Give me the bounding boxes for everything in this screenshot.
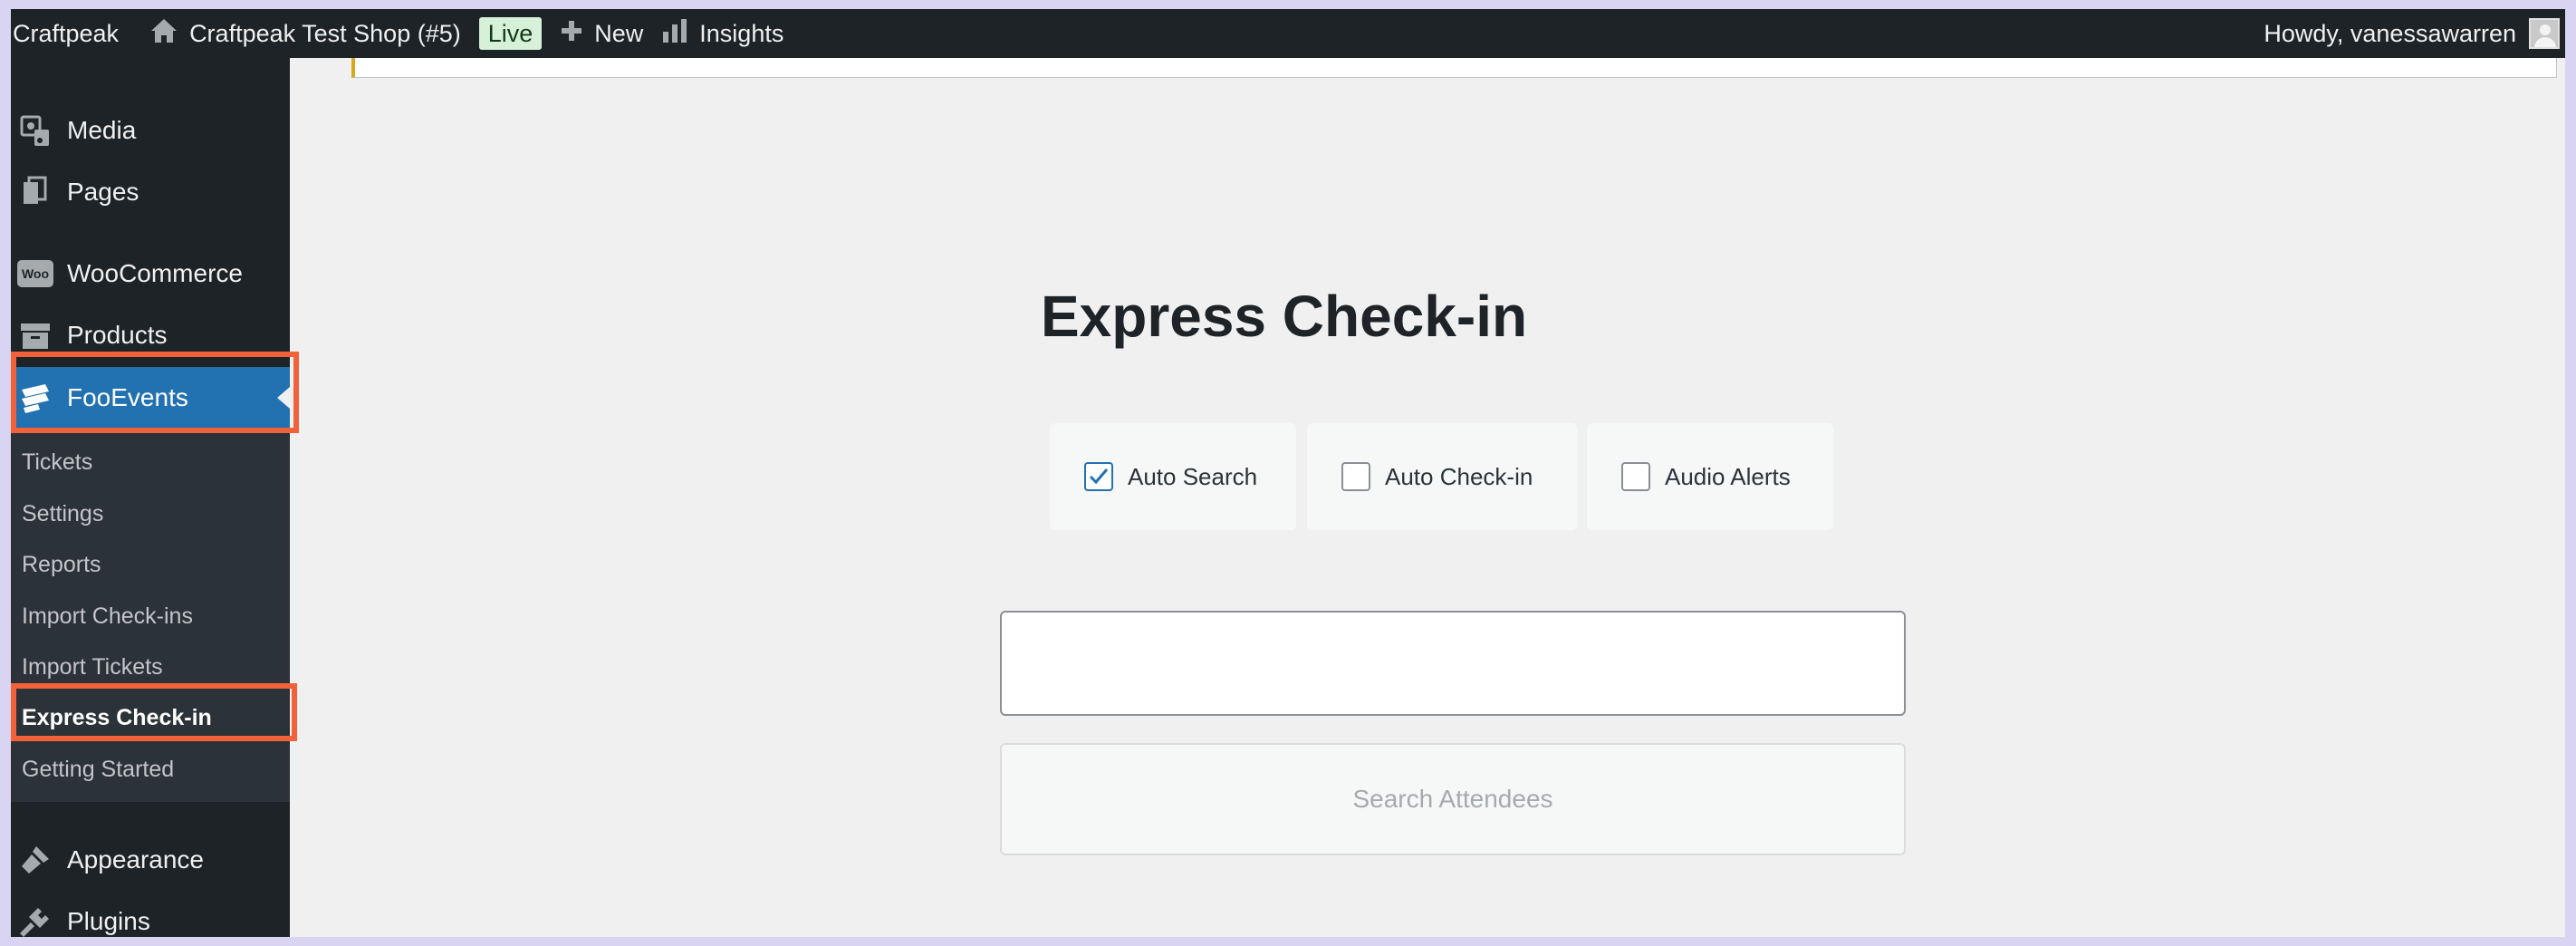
sidebar-item-label: FooEvents [67,383,188,411]
plus-icon [560,19,594,49]
avatar [2529,18,2560,49]
new-content-menu[interactable]: New [560,9,643,58]
woocommerce-icon: Woo [16,255,54,293]
shop-link[interactable]: Craftpeak Test Shop (#5) [149,9,461,58]
admin-bar: Craftpeak Craftpeak Test Shop (#5) Live … [11,9,2565,58]
plugin-icon [16,903,54,937]
auto-check-in-option[interactable]: Auto Check-in [1307,423,1577,530]
submenu-item-import-tickets[interactable]: Import Tickets [22,649,163,685]
submenu-item-express-check-in[interactable]: Express Check-in [22,700,212,736]
submenu-item-getting-started[interactable]: Getting Started [22,751,174,787]
fooevents-icon [16,379,54,417]
my-account-menu[interactable]: Howdy, vanessawarren [2264,9,2560,58]
shop-name-label: Craftpeak Test Shop (#5) [189,19,461,47]
sidebar-item-fooevents[interactable]: FooEvents [11,367,290,429]
admin-sidebar: Media Pages Woo WooCommerce Products Foo… [11,58,290,937]
bar-chart-icon [661,17,699,51]
auto-check-in-label: Auto Check-in [1385,462,1533,490]
pages-icon [16,173,54,211]
site-name-link[interactable]: Craftpeak [13,9,119,58]
new-label: New [594,19,644,47]
products-icon [16,316,54,354]
browser-viewport: Craftpeak Craftpeak Test Shop (#5) Live … [11,9,2565,937]
live-badge: Live [478,17,543,50]
sidebar-item-label: Plugins [67,907,150,935]
live-status[interactable]: Live [478,9,543,58]
sidebar-item-label: Media [67,116,137,144]
sidebar-item-products[interactable]: Products [11,304,290,366]
auto-search-label: Auto Search [1128,462,1258,490]
sidebar-item-label: WooCommerce [67,259,243,287]
media-icon [16,111,54,150]
audio-alerts-option[interactable]: Audio Alerts [1587,423,1833,530]
audio-alerts-checkbox[interactable] [1621,462,1650,491]
auto-search-option[interactable]: Auto Search [1050,423,1296,530]
sidebar-item-media[interactable]: Media [11,100,290,161]
page-title: Express Check-in [1040,284,1528,349]
site-name-label: Craftpeak [13,19,120,47]
sidebar-item-label: Appearance [67,845,205,874]
submenu-item-settings[interactable]: Settings [22,496,103,532]
admin-notice [351,58,2557,78]
sidebar-item-pages[interactable]: Pages [11,161,290,223]
insights-label: Insights [699,19,784,47]
auto-check-in-checkbox[interactable] [1341,462,1370,491]
sidebar-item-appearance[interactable]: Appearance [11,829,290,891]
search-attendees-button[interactable]: Search Attendees [1000,743,1906,855]
fooevents-submenu: Tickets Settings Reports Import Check-in… [11,430,290,802]
sidebar-item-label: Pages [67,178,139,206]
sidebar-item-plugins[interactable]: Plugins [11,891,290,937]
greeting-label: Howdy, vanessawarren [2264,19,2516,47]
submenu-item-tickets[interactable]: Tickets [22,444,92,480]
checkmark-icon [1089,468,1109,485]
audio-alerts-label: Audio Alerts [1665,462,1791,490]
paintbrush-icon [16,841,54,879]
sidebar-item-label: Products [67,321,168,349]
attendee-search-input[interactable] [1000,611,1906,716]
submenu-item-import-check-ins[interactable]: Import Check-ins [22,598,193,634]
main-content: Express Check-in Auto Search Auto Check-… [290,58,2565,937]
home-icon [149,17,189,51]
submenu-item-reports[interactable]: Reports [22,546,101,583]
sidebar-item-woocommerce[interactable]: Woo WooCommerce [11,243,290,304]
woocommerce-icon-text: Woo [17,260,53,287]
insights-menu[interactable]: Insights [661,9,783,58]
auto-search-checkbox[interactable] [1084,462,1113,491]
